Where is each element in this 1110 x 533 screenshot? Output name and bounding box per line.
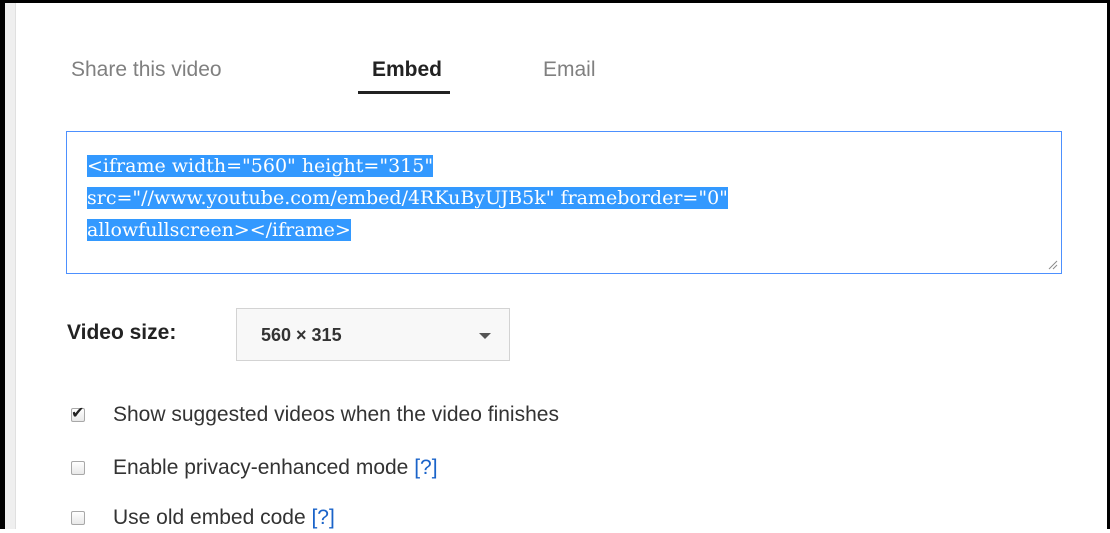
share-panel: Share this video Embed Email <iframe wid… — [21, 3, 1107, 529]
old-embed-text: Use old embed code [?] — [113, 506, 335, 530]
resize-grip-icon[interactable] — [1048, 260, 1058, 270]
tab-embed[interactable]: Embed — [358, 57, 451, 94]
share-dialog-frame: Share this video Embed Email <iframe wid… — [0, 0, 1110, 529]
tab-share-this-video[interactable]: Share this video — [71, 57, 222, 91]
privacy-mode-label: Enable privacy-enhanced mode — [113, 456, 409, 479]
left-border-strip — [5, 3, 16, 529]
suggested-videos-checkbox[interactable]: ✔ — [71, 403, 85, 422]
option-privacy-mode: Enable privacy-enhanced mode [?] — [71, 453, 438, 483]
option-show-suggested: ✔ Show suggested videos when the video f… — [71, 400, 559, 430]
embed-code-line-1: <iframe width="560" height="315" — [87, 155, 434, 177]
old-embed-help-link[interactable]: [?] — [311, 506, 334, 529]
old-embed-checkbox[interactable] — [71, 511, 85, 525]
video-size-select[interactable]: 560 × 315 — [236, 308, 510, 361]
video-size-label: Video size: — [67, 321, 177, 344]
privacy-help-link[interactable]: [?] — [414, 456, 437, 479]
embed-code-line-3: allowfullscreen></iframe> — [87, 219, 351, 241]
tab-email[interactable]: Email — [543, 57, 596, 91]
embed-code-line-2: src="//www.youtube.com/embed/4RKuByUJB5k… — [87, 187, 728, 209]
suggested-videos-label: Show suggested videos when the video fin… — [113, 403, 559, 426]
chevron-down-icon — [479, 333, 491, 339]
embed-code-textarea[interactable]: <iframe width="560" height="315" src="//… — [66, 131, 1062, 274]
privacy-mode-text: Enable privacy-enhanced mode [?] — [113, 456, 438, 480]
privacy-mode-checkbox[interactable] — [71, 461, 85, 475]
video-size-value: 560 × 315 — [261, 325, 342, 345]
old-embed-label: Use old embed code — [113, 506, 306, 529]
embed-code-text: <iframe width="560" height="315" src="//… — [87, 150, 967, 246]
checkmark-icon: ✔ — [71, 403, 85, 422]
